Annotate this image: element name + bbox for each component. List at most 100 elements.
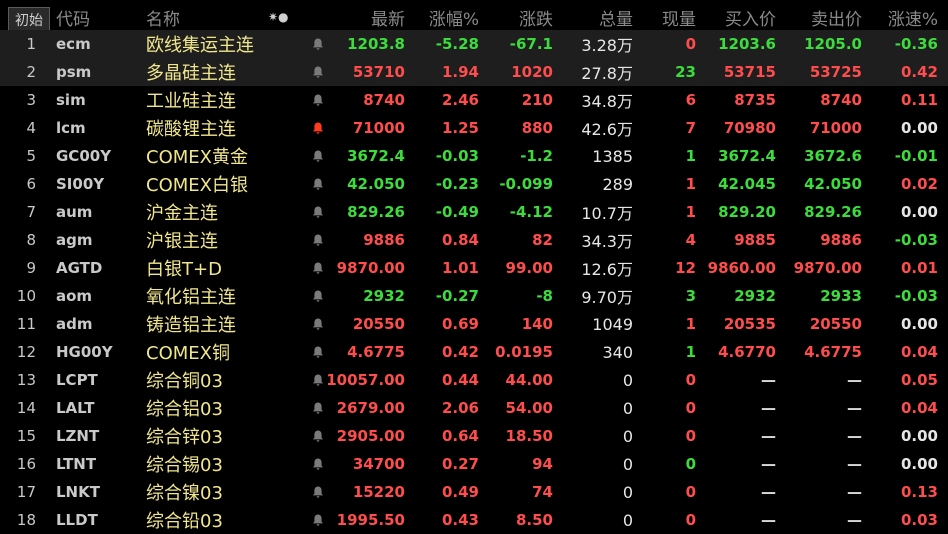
ask-price: 20550 bbox=[809, 315, 862, 333]
alert-bell-icon[interactable] bbox=[311, 30, 325, 58]
change-value: 94 bbox=[532, 455, 553, 473]
change-percent: 0.64 bbox=[441, 427, 479, 445]
row-index: 12 bbox=[16, 343, 36, 361]
table-row[interactable]: 12 HG00Y COMEX铜 4.6775 0.42 0.0195 340 1 4.6770 4… bbox=[0, 338, 948, 366]
ask-price: 4.6775 bbox=[804, 343, 862, 361]
total-volume: 27.8万 bbox=[581, 64, 633, 83]
alert-bell-icon[interactable] bbox=[311, 422, 325, 450]
table-row[interactable]: 9 AGTD 白银T+D 9870.00 1.01 99.00 12.6万 12 9860.00… bbox=[0, 254, 948, 282]
change-percent: 1.25 bbox=[441, 119, 479, 137]
total-volume: 289 bbox=[602, 174, 633, 194]
ask-price: 829.26 bbox=[804, 203, 862, 221]
header-latest[interactable]: 最新 bbox=[371, 2, 405, 32]
table-row[interactable]: 18 LLDT 综合铅03 1995.50 0.43 8.50 0 0 — — 0.03 bbox=[0, 506, 948, 534]
header-ask[interactable]: 卖出价 bbox=[811, 2, 862, 32]
sort-toggle-icon[interactable]: ✷● bbox=[268, 2, 289, 32]
table-row[interactable]: 17 LNKT 综合镍03 15220 0.49 74 0 0 — — 0.13 bbox=[0, 478, 948, 506]
alert-bell-icon[interactable] bbox=[311, 86, 325, 114]
alert-bell-icon[interactable] bbox=[311, 450, 325, 478]
instrument-name: 白银T+D bbox=[146, 259, 222, 280]
instrument-name: 铸造铝主连 bbox=[146, 315, 236, 336]
alert-bell-icon[interactable] bbox=[311, 478, 325, 506]
table-row[interactable]: 7 aum 沪金主连 829.26 -0.49 -4.12 10.7万 1 829.20 829.… bbox=[0, 198, 948, 226]
row-index: 15 bbox=[16, 427, 36, 445]
alert-bell-icon[interactable] bbox=[311, 142, 325, 170]
change-percent: 0.49 bbox=[441, 483, 479, 501]
instrument-name: 沪银主连 bbox=[146, 231, 218, 252]
table-row[interactable]: 16 LTNT 综合锡03 34700 0.27 94 0 0 — — 0.00 bbox=[0, 450, 948, 478]
change-value: -4.12 bbox=[509, 203, 553, 221]
table-row[interactable]: 1 ecm 欧线集运主连 1203.8 -5.28 -67.1 3.28万 0 1203.6 12… bbox=[0, 30, 948, 58]
bid-price: — bbox=[761, 427, 776, 445]
ask-price: — bbox=[847, 371, 862, 389]
change-value: 74 bbox=[532, 483, 553, 501]
table-row[interactable]: 11 adm 铸造铝主连 20550 0.69 140 1049 1 20535 20550 0.0… bbox=[0, 310, 948, 338]
change-value: 44.00 bbox=[505, 371, 553, 389]
change-percent: 0.84 bbox=[441, 231, 479, 249]
row-index: 11 bbox=[16, 315, 36, 333]
table-row[interactable]: 10 aom 氧化铝主连 2932 -0.27 -8 9.70万 3 2932 2933 -0.03 bbox=[0, 282, 948, 310]
total-volume: 0 bbox=[622, 398, 633, 418]
alert-bell-icon[interactable] bbox=[311, 338, 325, 366]
table-row[interactable]: 3 sim 工业硅主连 8740 2.46 210 34.8万 6 8735 8740 0.11 bbox=[0, 86, 948, 114]
latest-price: 3672.4 bbox=[347, 147, 405, 165]
table-row[interactable]: 14 LALT 综合铝03 2679.00 2.06 54.00 0 0 — — 0.04 bbox=[0, 394, 948, 422]
bid-price: — bbox=[761, 399, 776, 417]
change-percent: -0.49 bbox=[435, 203, 479, 221]
alert-bell-icon[interactable] bbox=[311, 282, 325, 310]
ask-price: 71000 bbox=[809, 119, 862, 137]
current-volume: 4 bbox=[685, 231, 696, 249]
instrument-code: adm bbox=[56, 315, 93, 333]
speed-percent: 0.03 bbox=[900, 511, 938, 529]
row-index: 1 bbox=[26, 35, 36, 53]
alert-bell-icon[interactable] bbox=[311, 394, 325, 422]
header-change[interactable]: 涨跌 bbox=[519, 2, 553, 32]
table-row[interactable]: 8 agm 沪银主连 9886 0.84 82 34.3万 4 9885 9886 -0.03 bbox=[0, 226, 948, 254]
row-index: 2 bbox=[26, 63, 36, 81]
alert-bell-icon[interactable] bbox=[311, 254, 325, 282]
latest-price: 10057.00 bbox=[326, 371, 405, 389]
header-volume[interactable]: 总量 bbox=[599, 2, 633, 32]
instrument-name: 综合锌03 bbox=[146, 427, 223, 448]
alert-bell-icon[interactable] bbox=[311, 506, 325, 534]
header-speed[interactable]: 涨速% bbox=[888, 2, 938, 32]
alert-bell-icon[interactable] bbox=[311, 310, 325, 338]
change-percent: 2.46 bbox=[441, 91, 479, 109]
change-value: 1020 bbox=[511, 63, 553, 81]
change-percent: -0.23 bbox=[435, 175, 479, 193]
header-current-volume[interactable]: 现量 bbox=[662, 2, 696, 32]
table-row[interactable]: 15 LZNT 综合锌03 2905.00 0.64 18.50 0 0 — — 0.00 bbox=[0, 422, 948, 450]
row-index: 8 bbox=[26, 231, 36, 249]
instrument-name: 沪金主连 bbox=[146, 203, 218, 224]
header-change-pct[interactable]: 涨幅% bbox=[429, 2, 479, 32]
alert-bell-icon[interactable] bbox=[311, 114, 325, 142]
table-row[interactable]: 4 lcm 碳酸锂主连 71000 1.25 880 42.6万 7 70980 71000 0.0… bbox=[0, 114, 948, 142]
instrument-name: COMEX白银 bbox=[146, 175, 248, 196]
table-row[interactable]: 2 psm 多晶硅主连 53710 1.94 1020 27.8万 23 53715 53725 0… bbox=[0, 58, 948, 86]
alert-bell-icon[interactable] bbox=[311, 198, 325, 226]
change-value: -8 bbox=[536, 287, 553, 305]
header-code[interactable]: 代码 bbox=[56, 2, 90, 32]
bid-price: — bbox=[761, 455, 776, 473]
alert-bell-icon[interactable] bbox=[311, 366, 325, 394]
ask-price: 8740 bbox=[820, 91, 862, 109]
alert-bell-icon[interactable] bbox=[311, 226, 325, 254]
latest-price: 2905.00 bbox=[336, 427, 405, 445]
speed-percent: 0.00 bbox=[900, 455, 938, 473]
latest-price: 20550 bbox=[352, 315, 405, 333]
header-name[interactable]: 名称 bbox=[146, 2, 180, 32]
alert-bell-icon[interactable] bbox=[311, 170, 325, 198]
row-index: 13 bbox=[16, 371, 36, 389]
speed-percent: 0.11 bbox=[900, 91, 938, 109]
speed-percent: -0.03 bbox=[894, 287, 938, 305]
current-volume: 0 bbox=[685, 511, 696, 529]
table-row[interactable]: 13 LCPT 综合铜03 10057.00 0.44 44.00 0 0 — — 0.05 bbox=[0, 366, 948, 394]
change-value: 82 bbox=[532, 231, 553, 249]
table-row[interactable]: 5 GC00Y COMEX黄金 3672.4 -0.03 -1.2 1385 1 3672.4 3… bbox=[0, 142, 948, 170]
alert-bell-icon[interactable] bbox=[311, 58, 325, 86]
change-value: 210 bbox=[521, 91, 553, 109]
speed-percent: 0.04 bbox=[900, 399, 938, 417]
table-row[interactable]: 6 SI00Y COMEX白银 42.050 -0.23 -0.099 289 1 42.045… bbox=[0, 170, 948, 198]
header-bid[interactable]: 买入价 bbox=[725, 2, 776, 32]
instrument-name: 工业硅主连 bbox=[146, 91, 236, 112]
